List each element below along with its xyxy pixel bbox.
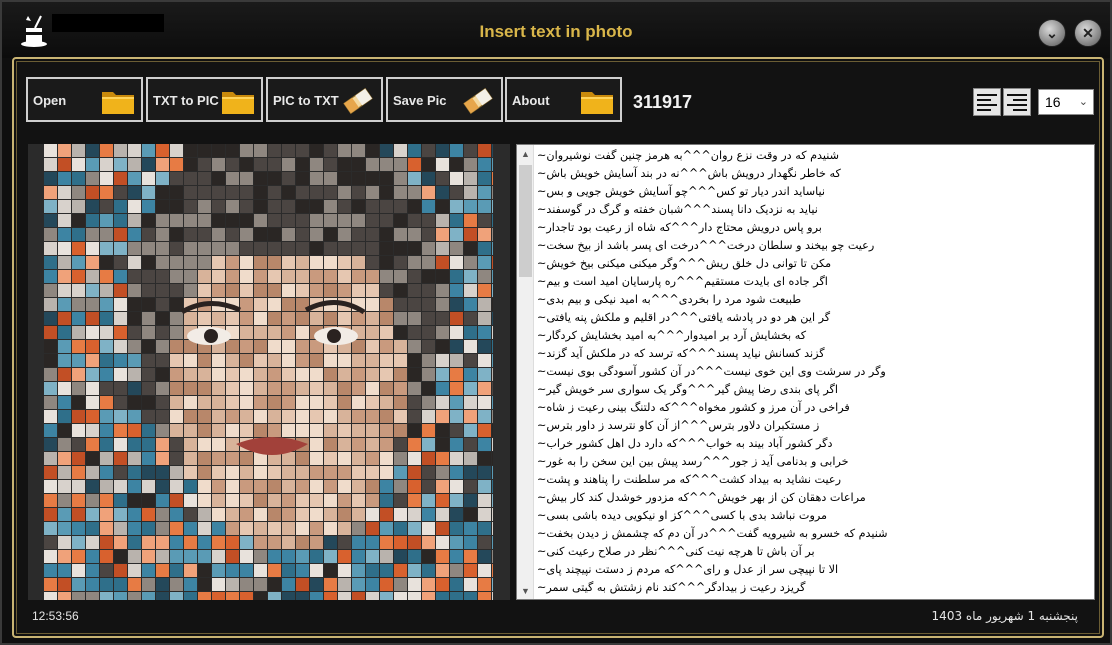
text-line: مکن تا توانی دل خلق ریش^^^وگر میکنی میکن… [537,257,832,270]
text-line: طبیعت شود مرد را بخردی^^^به امید نیکی و … [537,293,802,306]
open-button-label: Open [33,93,67,108]
txt-to-pic-button[interactable]: TXT to PIC [146,77,263,122]
text-line: وگر در سرشت وی این خوی نیست^^^در آن کشور… [537,365,886,378]
align-right-button[interactable] [1003,88,1031,116]
clock-time: 12:53:56 [32,609,79,623]
text-line: اگر جاده ای بایدت مستقیم^^^ره پارسایان ا… [537,275,828,288]
character-counter: 311917 [633,92,693,112]
pic-to-txt-button[interactable]: PIC to TXT [266,77,383,122]
title-bar[interactable]: Insert text in photo ⌄ ✕ [2,2,1110,58]
save-pic-label: Save Pic [393,93,447,108]
app-window: Insert text in photo ⌄ ✕ Open TXT to PIC [0,0,1112,645]
content-area: Open TXT to PIC PIC to TXT Save Pic Abou… [16,61,1100,634]
text-line: نیاید به نزدیک دانا پسند^^^شبان خفته و گ… [537,203,818,216]
chevron-down-icon: ⌄ [1046,24,1058,41]
poem-text: شنیدم که در وقت نزع روان^^^به هرمز چنین … [537,147,1088,597]
text-line: خرابی و بدنامی آید ز جور^^^رسد پیش بین ا… [537,455,849,468]
close-button[interactable]: ✕ [1074,19,1102,47]
text-line: بر آن باش تا هرچه نیت کنی^^^نظر در صلاح … [537,545,815,558]
text-line: که خاطر نگهدار درویش باش^^^نه در بند آسا… [537,167,841,180]
eraser-icon [463,87,493,115]
text-line: برو پاس درویش محتاج دار^^^که شاه از رعیت… [537,221,822,234]
text-line: گزند کسانش نیاید پسند^^^که ترسد که در مل… [537,347,825,360]
open-button[interactable]: Open [26,77,143,122]
status-date: پنجشنبه 1 شهریور ماه 1403 [931,609,1078,623]
about-label: About [512,93,550,108]
scroll-thumb[interactable] [519,165,532,277]
text-line: رعیت نشاید به بیداد کشت^^^که مر سلطنت را… [537,473,841,486]
text-line: گریزد رعیت ز بیدادگر^^^کند نام زشتش به گ… [537,581,806,594]
text-line: مراعات دهقان کن از بهر خویش^^^که مزدور خ… [537,491,866,504]
save-pic-button[interactable]: Save Pic [386,77,503,122]
mosaic-portrait-image [44,144,493,600]
font-size-value: 16 [1045,94,1061,110]
txt-to-pic-label: TXT to PIC [153,93,219,108]
text-line: دگر کشور آباد بیند به خواب^^^که دارد دل … [537,437,833,450]
text-line: شنیدم که در وقت نزع روان^^^به هرمز چنین … [537,149,840,162]
pic-to-txt-label: PIC to TXT [273,93,339,108]
main-frame: Open TXT to PIC PIC to TXT Save Pic Abou… [12,57,1104,638]
window-title: Insert text in photo [479,22,633,41]
folder-icon [222,92,254,114]
text-line: مروت نباشد بدی با کسی^^^کز او نیکویی دید… [537,509,828,522]
scroll-down-icon[interactable]: ▼ [517,582,534,599]
text-line: که بخشایش آرد بر امیدوار^^^به امید بخشای… [537,329,807,342]
folder-icon [581,92,613,114]
text-line: الا تا نپیچی سر از عدل و رای^^^که مردم ز… [537,563,839,576]
close-icon: ✕ [1082,24,1094,41]
font-size-select[interactable]: 16 ⌄ [1038,89,1094,115]
text-line: رعیت چو بیخند و سلطان درخت^^^درخت ای پسر… [537,239,875,252]
about-button[interactable]: About [505,77,622,122]
image-preview [28,144,510,600]
text-line: گر این هر دو در پادشه یافتی^^^در اقلیم و… [537,311,831,324]
text-line: اگر پای بندی رضا پیش گیر^^^وگر یک سواری … [537,383,838,396]
scroll-up-icon[interactable]: ▲ [517,145,534,162]
eraser-icon [343,87,373,115]
text-line: نیاساید اندر دیار تو کس^^^چو آسایش خویش … [537,185,826,198]
minimize-button[interactable]: ⌄ [1038,19,1066,47]
text-line: شنیدم که خسرو به شیرویه گفت^^^در آن دم ک… [537,527,888,540]
text-line: فراخی در آن مرز و کشور مخواه^^^که دلتنگ … [537,401,850,414]
chevron-down-icon: ⌄ [1078,96,1088,108]
text-line: ز مستکبران دلاور بترس^^^از آن کاو نترسد … [537,419,820,432]
folder-icon [102,92,134,114]
text-area[interactable]: ▲ ▼ شنیدم که در وقت نزع روان^^^به هرمز چ… [516,144,1095,600]
align-left-button[interactable] [973,88,1001,116]
vertical-scrollbar[interactable]: ▲ ▼ [517,145,534,599]
